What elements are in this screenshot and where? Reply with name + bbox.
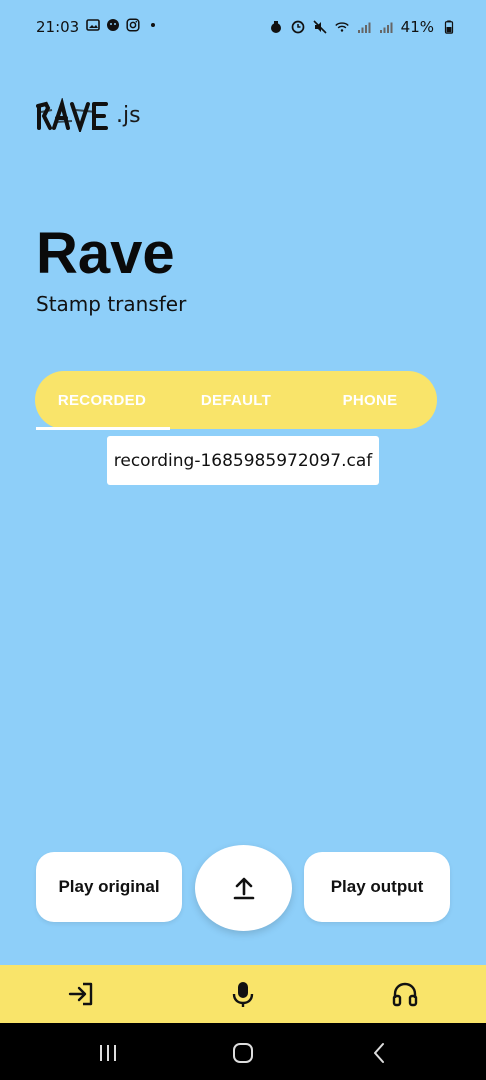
page-title: Rave: [36, 221, 175, 286]
status-left-icons: [86, 18, 160, 32]
status-right-icons: 41%: [269, 18, 456, 36]
instagram-icon: [126, 18, 140, 32]
login-icon[interactable]: [67, 980, 95, 1008]
battery-icon: [444, 20, 454, 34]
play-original-button[interactable]: Play original: [36, 852, 182, 922]
source-tabs: RECORDED DEFAULT PHONE: [35, 371, 437, 429]
image-icon: [86, 19, 100, 31]
alarm-icon: [270, 21, 281, 33]
face-icon: [107, 19, 119, 31]
play-output-button[interactable]: Play output: [304, 852, 450, 922]
signal-icon: [379, 22, 393, 33]
headset-icon[interactable]: [391, 980, 419, 1008]
upload-button[interactable]: [195, 845, 292, 931]
bottom-nav: [0, 965, 486, 1023]
mic-icon[interactable]: [229, 980, 257, 1008]
battery-percent: 41%: [400, 18, 434, 36]
recents-icon[interactable]: [94, 1039, 122, 1067]
upload-icon: [233, 877, 254, 900]
mute-icon: [313, 20, 327, 34]
logo-suffix: .js: [116, 103, 141, 128]
status-bar: 21:03 41%: [0, 0, 486, 56]
home-icon[interactable]: [229, 1039, 257, 1067]
tab-default[interactable]: DEFAULT: [169, 392, 303, 409]
app-logo: .js: [36, 96, 141, 132]
tab-selected-indicator: [36, 427, 170, 430]
tab-recorded[interactable]: RECORDED: [35, 392, 169, 409]
system-navigation-bar: [0, 1023, 486, 1080]
dot-icon: [151, 23, 155, 27]
recording-file-item[interactable]: recording-1685985972097.caf: [107, 436, 379, 485]
rave-logo-mark: [36, 98, 108, 132]
signal-icon: [357, 22, 371, 33]
status-time: 21:03: [36, 18, 80, 36]
wifi-icon: [334, 22, 349, 32]
clock-icon: [291, 20, 305, 34]
back-icon[interactable]: [366, 1039, 394, 1067]
page-subtitle: Stamp transfer: [36, 292, 187, 316]
tab-phone[interactable]: PHONE: [303, 392, 437, 409]
